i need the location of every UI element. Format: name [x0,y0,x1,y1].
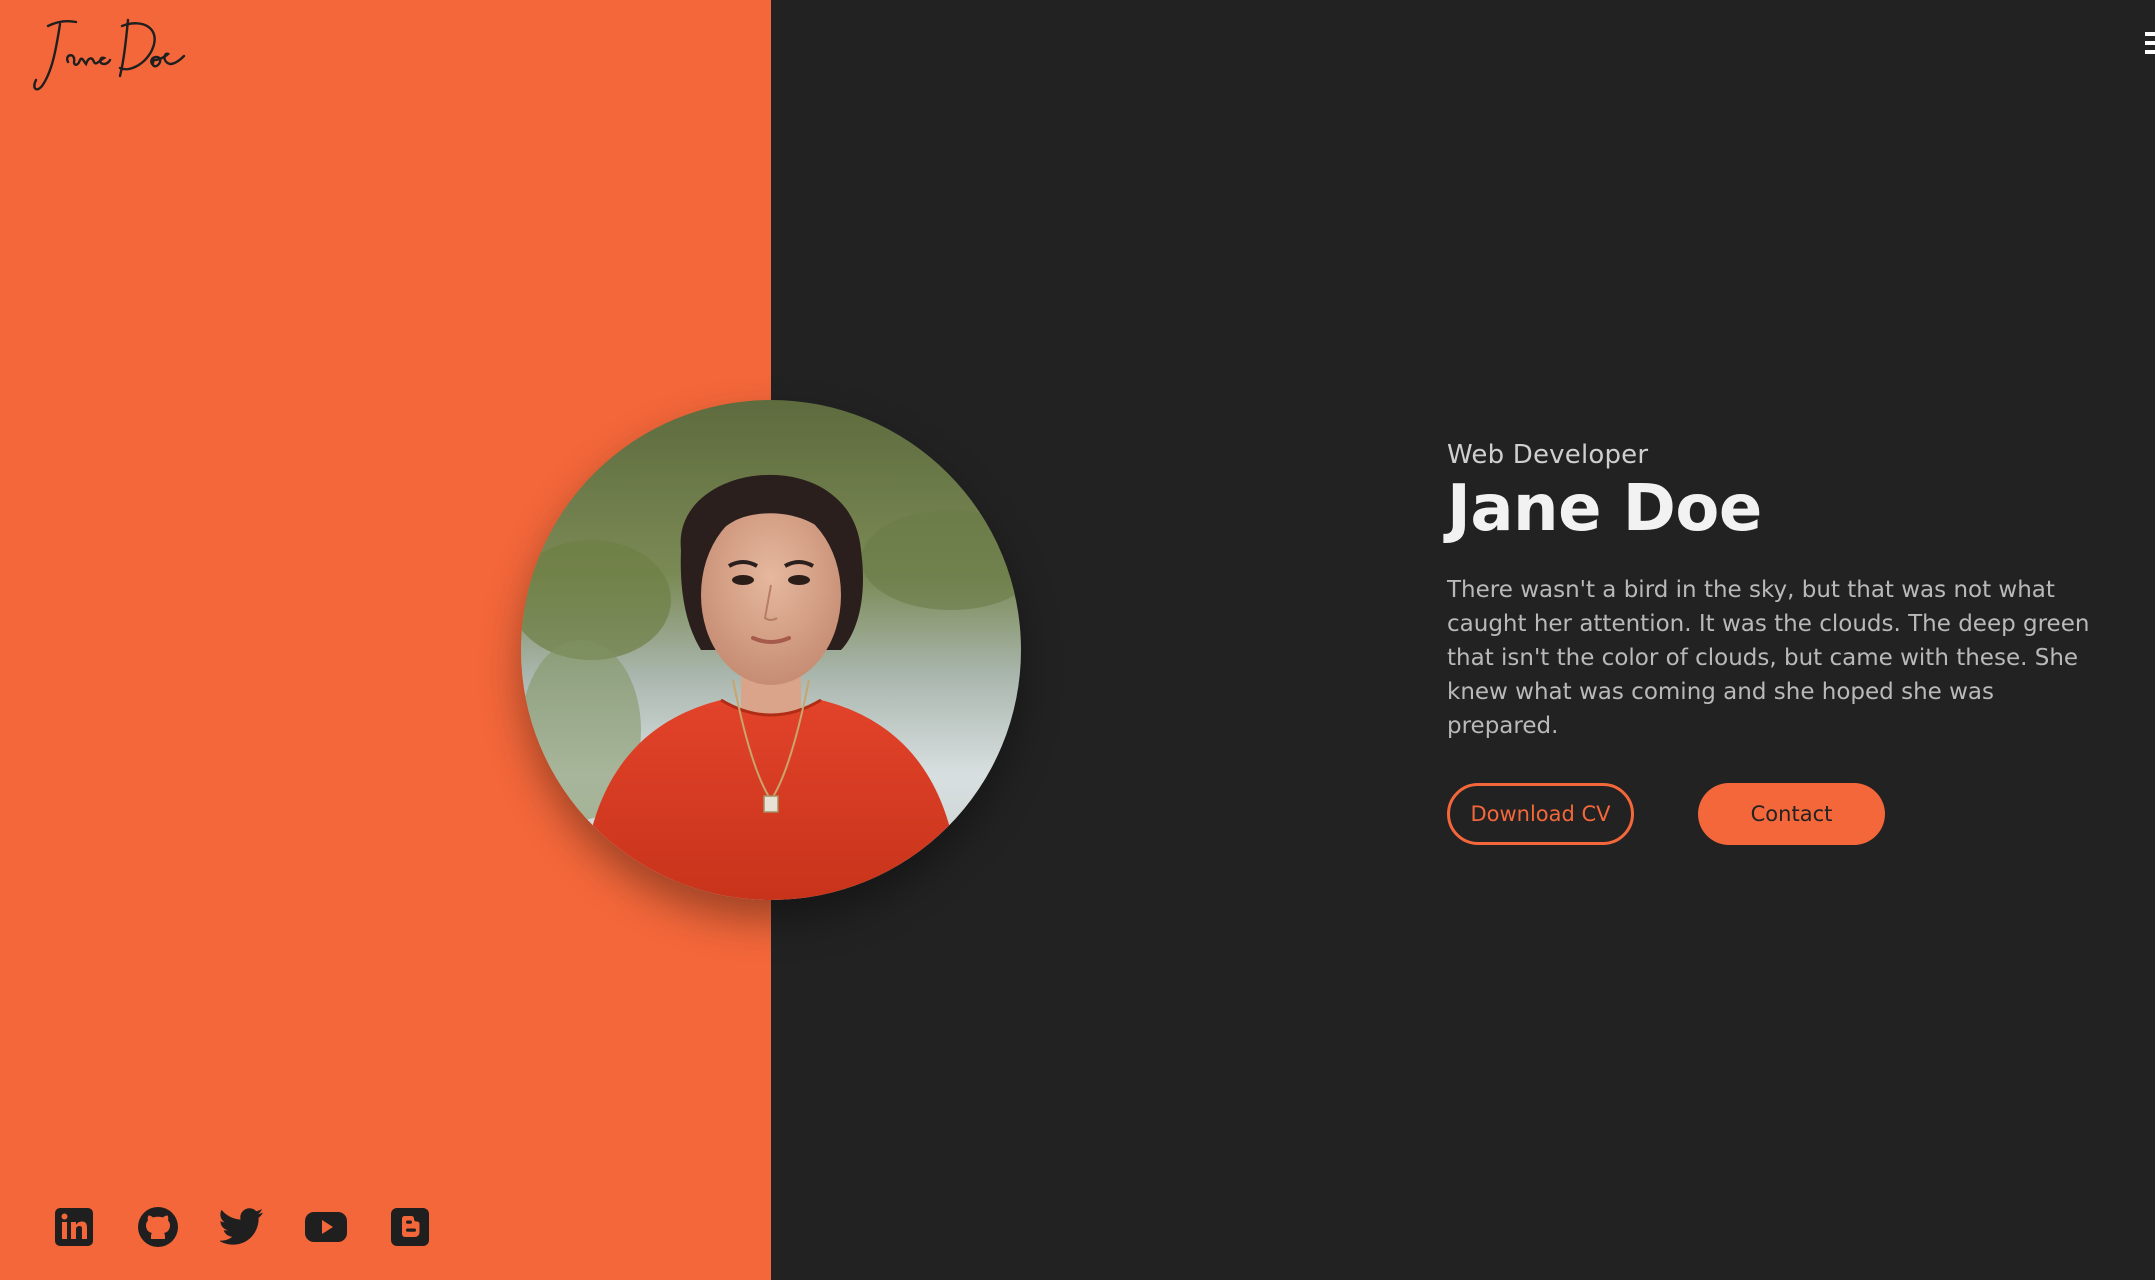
hero-name: Jane Doe [1447,472,1762,546]
twitter-icon[interactable] [220,1205,264,1249]
download-cv-button[interactable]: Download CV [1447,783,1634,846]
hero-actions: Download CV Contact [1447,783,2107,846]
job-title: Web Developer [1447,440,1649,470]
menu-bar [2145,41,2155,45]
menu-bar [2145,50,2155,54]
menu-icon[interactable] [2145,32,2155,58]
signature-logo[interactable] [30,10,190,95]
profile-photo [521,400,1021,900]
blogger-icon[interactable] [388,1205,432,1249]
hero-section: Web Developer Jane Doe There wasn't a bi… [1447,440,2107,846]
bio-text: There wasn't a bird in the sky, but that… [1447,577,2090,740]
github-icon[interactable] [136,1205,180,1249]
contact-button[interactable]: Contact [1698,783,1885,846]
portfolio-page: Web Developer Jane Doe There wasn't a bi… [0,0,2155,1280]
menu-bar [2145,32,2155,36]
linkedin-icon[interactable] [52,1205,96,1249]
social-links [52,1205,432,1249]
youtube-icon[interactable] [304,1205,348,1249]
